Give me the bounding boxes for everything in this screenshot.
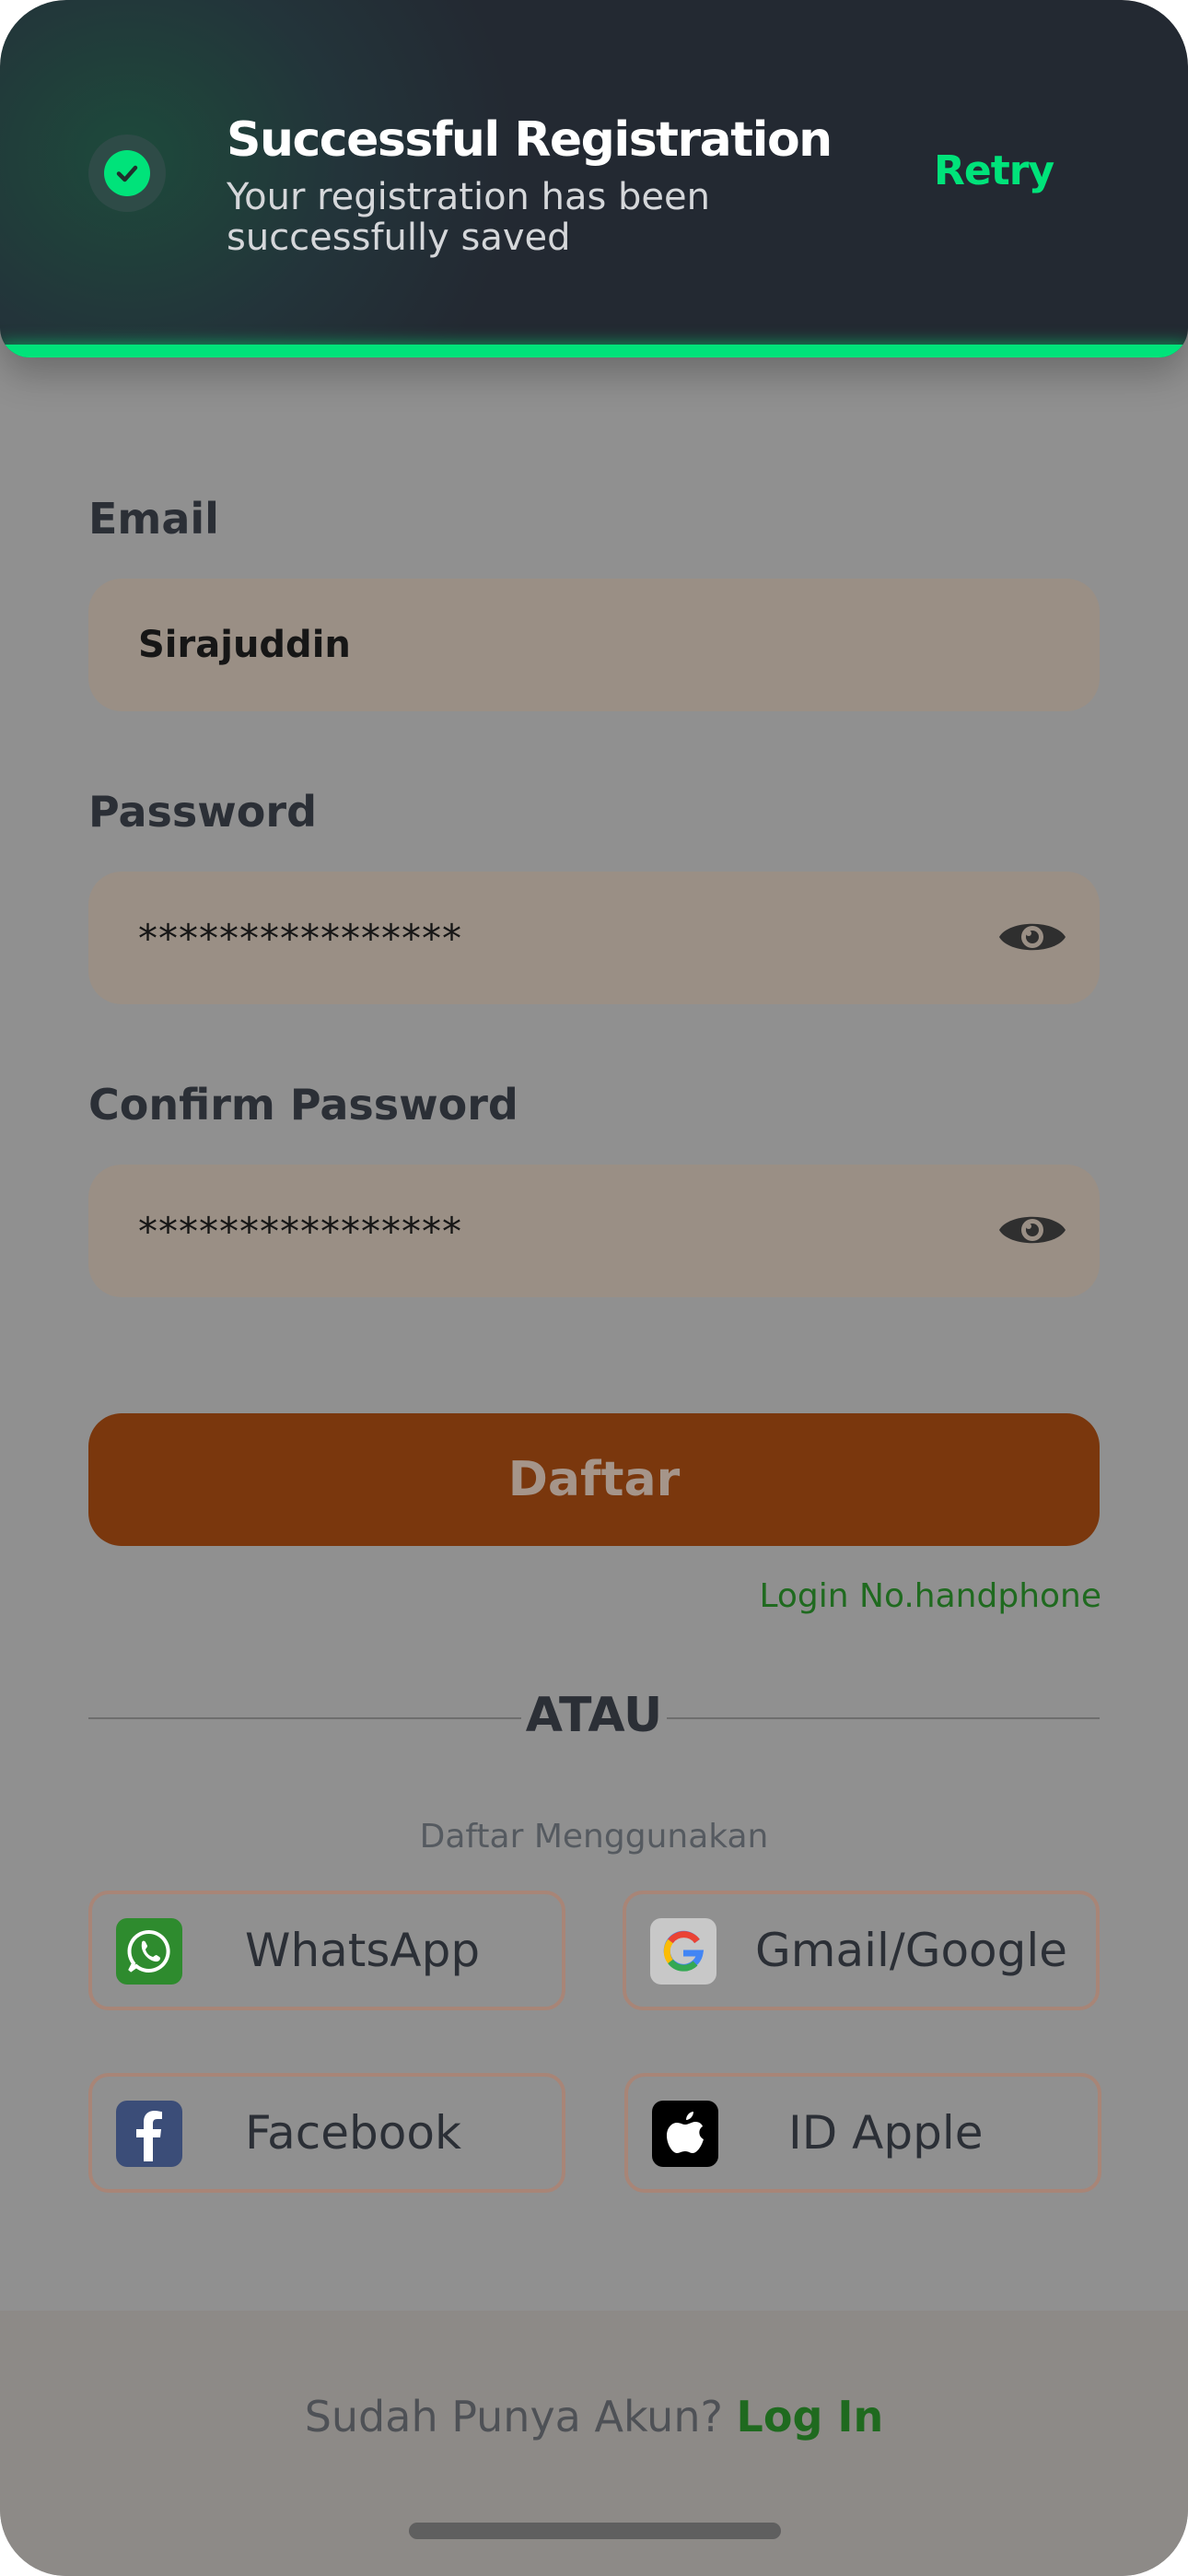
toast-message: Your registration has been successfully …	[227, 176, 710, 259]
success-toast: Successful Registration Your registratio…	[0, 0, 1188, 357]
facebook-button[interactable]: Facebook	[88, 2073, 565, 2193]
daftar-button-label: Daftar	[507, 1452, 681, 1507]
facebook-button-label: Facebook	[245, 2106, 461, 2160]
divider-label: ATAU	[525, 1688, 663, 1743]
password-label: Password	[88, 787, 317, 837]
home-indicator	[409, 2523, 781, 2539]
whatsapp-icon	[116, 1918, 182, 1985]
login-phone-link[interactable]: Login No.handphone	[759, 1577, 1101, 1615]
login-link[interactable]: Log In	[737, 2392, 884, 2441]
eye-icon[interactable]	[996, 1209, 1068, 1251]
password-value: ****************	[138, 915, 462, 961]
footer-prompt-line: Sudah Punya Akun? Log In	[0, 2392, 1188, 2441]
confirm-password-value: ****************	[138, 1208, 462, 1254]
toast-icon-container	[88, 135, 166, 212]
facebook-icon	[116, 2101, 182, 2167]
toast-title: Successful Registration	[227, 112, 833, 168]
apple-button[interactable]: ID Apple	[624, 2073, 1101, 2193]
check-circle-icon	[104, 150, 150, 196]
confirm-password-label: Confirm Password	[88, 1080, 518, 1130]
google-button[interactable]: Gmail/Google	[623, 1891, 1100, 2010]
google-icon	[650, 1918, 716, 1985]
registration-screen: Successful Registration Your registratio…	[0, 0, 1188, 2576]
footer-prompt: Sudah Punya Akun?	[304, 2392, 723, 2441]
daftar-button[interactable]: Daftar	[88, 1413, 1100, 1546]
password-field[interactable]: ****************	[88, 872, 1100, 1004]
whatsapp-button[interactable]: WhatsApp	[88, 1891, 565, 2010]
google-button-label: Gmail/Google	[755, 1924, 1068, 1977]
footer: Sudah Punya Akun? Log In	[0, 2311, 1188, 2576]
social-heading: Daftar Menggunakan	[419, 1818, 769, 1856]
email-value: Sirajuddin	[138, 624, 351, 666]
eye-icon[interactable]	[996, 916, 1068, 958]
apple-button-label: ID Apple	[788, 2106, 984, 2160]
apple-icon	[652, 2101, 718, 2167]
whatsapp-button-label: WhatsApp	[245, 1924, 481, 1977]
retry-button[interactable]: Retry	[934, 147, 1054, 194]
email-field[interactable]: Sirajuddin	[88, 579, 1100, 711]
confirm-password-field[interactable]: ****************	[88, 1165, 1100, 1297]
toast-progress-bar	[0, 345, 1188, 357]
email-label: Email	[88, 494, 219, 544]
